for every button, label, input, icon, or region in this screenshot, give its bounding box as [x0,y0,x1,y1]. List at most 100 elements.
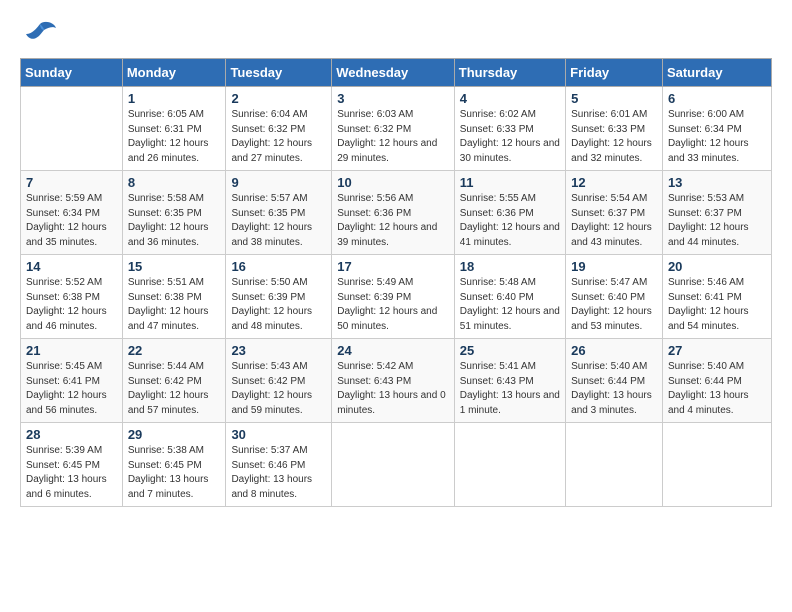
calendar-cell: 12 Sunrise: 5:54 AM Sunset: 6:37 PM Dayli… [566,171,663,255]
day-number: 23 [231,343,326,358]
day-info: Sunrise: 6:00 AM Sunset: 6:34 PM Dayligh… [668,108,766,166]
day-info: Sunrise: 6:03 AM Sunset: 6:32 PM Dayligh… [337,108,449,166]
day-info: Sunrise: 5:41 AM Sunset: 6:43 PM Dayligh… [460,360,560,418]
day-info: Sunrise: 5:38 AM Sunset: 6:45 PM Dayligh… [128,444,221,502]
day-info: Sunrise: 5:43 AM Sunset: 6:42 PM Dayligh… [231,360,326,418]
calendar-cell: 3 Sunrise: 6:03 AM Sunset: 6:32 PM Daylig… [332,87,455,171]
day-number: 28 [26,427,117,442]
calendar-cell: 22 Sunrise: 5:44 AM Sunset: 6:42 PM Dayli… [122,339,226,423]
calendar-cell: 16 Sunrise: 5:50 AM Sunset: 6:39 PM Dayli… [226,255,332,339]
day-number: 27 [668,343,766,358]
day-number: 16 [231,259,326,274]
calendar-cell: 25 Sunrise: 5:41 AM Sunset: 6:43 PM Dayli… [454,339,565,423]
header-sunday: Sunday [21,59,123,87]
day-info: Sunrise: 6:01 AM Sunset: 6:33 PM Dayligh… [571,108,657,166]
day-number: 17 [337,259,449,274]
day-info: Sunrise: 5:39 AM Sunset: 6:45 PM Dayligh… [26,444,117,502]
calendar-cell: 29 Sunrise: 5:38 AM Sunset: 6:45 PM Dayli… [122,423,226,507]
calendar-cell: 15Sunrise: 5:51 AM Sunset: 6:38 PM Dayli… [122,255,226,339]
day-info: Sunrise: 5:58 AM Sunset: 6:35 PM Dayligh… [128,192,221,250]
calendar-cell: 26Sunrise: 5:40 AM Sunset: 6:44 PM Dayli… [566,339,663,423]
day-number: 11 [460,175,560,190]
day-number: 7 [26,175,117,190]
day-number: 21 [26,343,117,358]
calendar-cell: 11 Sunrise: 5:55 AM Sunset: 6:36 PM Dayli… [454,171,565,255]
day-number: 25 [460,343,560,358]
calendar-cell: 4Sunrise: 6:02 AM Sunset: 6:33 PM Daylig… [454,87,565,171]
calendar-cell: 6 Sunrise: 6:00 AM Sunset: 6:34 PM Daylig… [662,87,771,171]
day-number: 1 [128,91,221,106]
day-number: 10 [337,175,449,190]
logo-bird-icon [24,20,56,48]
day-info: Sunrise: 6:04 AM Sunset: 6:32 PM Dayligh… [231,108,326,166]
calendar-week-row: 28 Sunrise: 5:39 AM Sunset: 6:45 PM Dayli… [21,423,772,507]
calendar-week-row: 14 Sunrise: 5:52 AM Sunset: 6:38 PM Dayli… [21,255,772,339]
day-number: 8 [128,175,221,190]
calendar-week-row: 1 Sunrise: 6:05 AM Sunset: 6:31 PM Daylig… [21,87,772,171]
calendar-cell: 18Sunrise: 5:48 AM Sunset: 6:40 PM Dayli… [454,255,565,339]
day-info: Sunrise: 5:50 AM Sunset: 6:39 PM Dayligh… [231,276,326,334]
day-number: 29 [128,427,221,442]
day-info: Sunrise: 5:52 AM Sunset: 6:38 PM Dayligh… [26,276,117,334]
calendar-cell: 14 Sunrise: 5:52 AM Sunset: 6:38 PM Dayli… [21,255,123,339]
calendar-cell: 27Sunrise: 5:40 AM Sunset: 6:44 PM Dayli… [662,339,771,423]
calendar-cell: 21 Sunrise: 5:45 AM Sunset: 6:41 PM Dayli… [21,339,123,423]
day-info: Sunrise: 6:05 AM Sunset: 6:31 PM Dayligh… [128,108,221,166]
calendar-cell: 8 Sunrise: 5:58 AM Sunset: 6:35 PM Daylig… [122,171,226,255]
calendar-cell: 7 Sunrise: 5:59 AM Sunset: 6:34 PM Daylig… [21,171,123,255]
calendar-cell: 19Sunrise: 5:47 AM Sunset: 6:40 PM Dayli… [566,255,663,339]
day-info: Sunrise: 5:37 AM Sunset: 6:46 PM Dayligh… [231,444,326,502]
calendar-header-row: SundayMondayTuesdayWednesdayThursdayFrid… [21,59,772,87]
calendar-cell [21,87,123,171]
calendar-cell: 10 Sunrise: 5:56 AM Sunset: 6:36 PM Dayli… [332,171,455,255]
day-info: Sunrise: 5:53 AM Sunset: 6:37 PM Dayligh… [668,192,766,250]
calendar-cell: 30 Sunrise: 5:37 AM Sunset: 6:46 PM Dayli… [226,423,332,507]
day-number: 13 [668,175,766,190]
day-number: 14 [26,259,117,274]
header-wednesday: Wednesday [332,59,455,87]
day-info: Sunrise: 5:56 AM Sunset: 6:36 PM Dayligh… [337,192,449,250]
day-number: 30 [231,427,326,442]
day-info: Sunrise: 5:44 AM Sunset: 6:42 PM Dayligh… [128,360,221,418]
header [20,20,772,48]
calendar-cell: 17 Sunrise: 5:49 AM Sunset: 6:39 PM Dayli… [332,255,455,339]
day-number: 4 [460,91,560,106]
calendar-table: SundayMondayTuesdayWednesdayThursdayFrid… [20,58,772,507]
day-number: 3 [337,91,449,106]
day-info: Sunrise: 5:42 AM Sunset: 6:43 PM Dayligh… [337,360,449,418]
day-number: 9 [231,175,326,190]
calendar-cell: 5 Sunrise: 6:01 AM Sunset: 6:33 PM Daylig… [566,87,663,171]
calendar-cell: 20 Sunrise: 5:46 AM Sunset: 6:41 PM Dayli… [662,255,771,339]
calendar-cell: 2 Sunrise: 6:04 AM Sunset: 6:32 PM Daylig… [226,87,332,171]
day-number: 15 [128,259,221,274]
day-number: 20 [668,259,766,274]
calendar-cell [662,423,771,507]
header-tuesday: Tuesday [226,59,332,87]
calendar-cell [332,423,455,507]
calendar-cell: 28 Sunrise: 5:39 AM Sunset: 6:45 PM Dayli… [21,423,123,507]
day-info: Sunrise: 5:46 AM Sunset: 6:41 PM Dayligh… [668,276,766,334]
day-info: Sunrise: 5:47 AM Sunset: 6:40 PM Dayligh… [571,276,657,334]
day-info: Sunrise: 5:45 AM Sunset: 6:41 PM Dayligh… [26,360,117,418]
header-saturday: Saturday [662,59,771,87]
day-number: 6 [668,91,766,106]
calendar-cell: 9 Sunrise: 5:57 AM Sunset: 6:35 PM Daylig… [226,171,332,255]
header-friday: Friday [566,59,663,87]
day-number: 22 [128,343,221,358]
calendar-cell: 23 Sunrise: 5:43 AM Sunset: 6:42 PM Dayli… [226,339,332,423]
day-info: Sunrise: 5:40 AM Sunset: 6:44 PM Dayligh… [571,360,657,418]
day-info: Sunrise: 5:59 AM Sunset: 6:34 PM Dayligh… [26,192,117,250]
day-info: Sunrise: 5:57 AM Sunset: 6:35 PM Dayligh… [231,192,326,250]
day-info: Sunrise: 5:54 AM Sunset: 6:37 PM Dayligh… [571,192,657,250]
day-info: Sunrise: 5:48 AM Sunset: 6:40 PM Dayligh… [460,276,560,334]
calendar-cell: 24 Sunrise: 5:42 AM Sunset: 6:43 PM Dayli… [332,339,455,423]
day-number: 5 [571,91,657,106]
day-number: 2 [231,91,326,106]
day-number: 12 [571,175,657,190]
calendar-cell: 13 Sunrise: 5:53 AM Sunset: 6:37 PM Dayli… [662,171,771,255]
day-info: Sunrise: 5:49 AM Sunset: 6:39 PM Dayligh… [337,276,449,334]
day-info: Sunrise: 5:55 AM Sunset: 6:36 PM Dayligh… [460,192,560,250]
day-number: 24 [337,343,449,358]
calendar-week-row: 7 Sunrise: 5:59 AM Sunset: 6:34 PM Daylig… [21,171,772,255]
calendar-cell [454,423,565,507]
